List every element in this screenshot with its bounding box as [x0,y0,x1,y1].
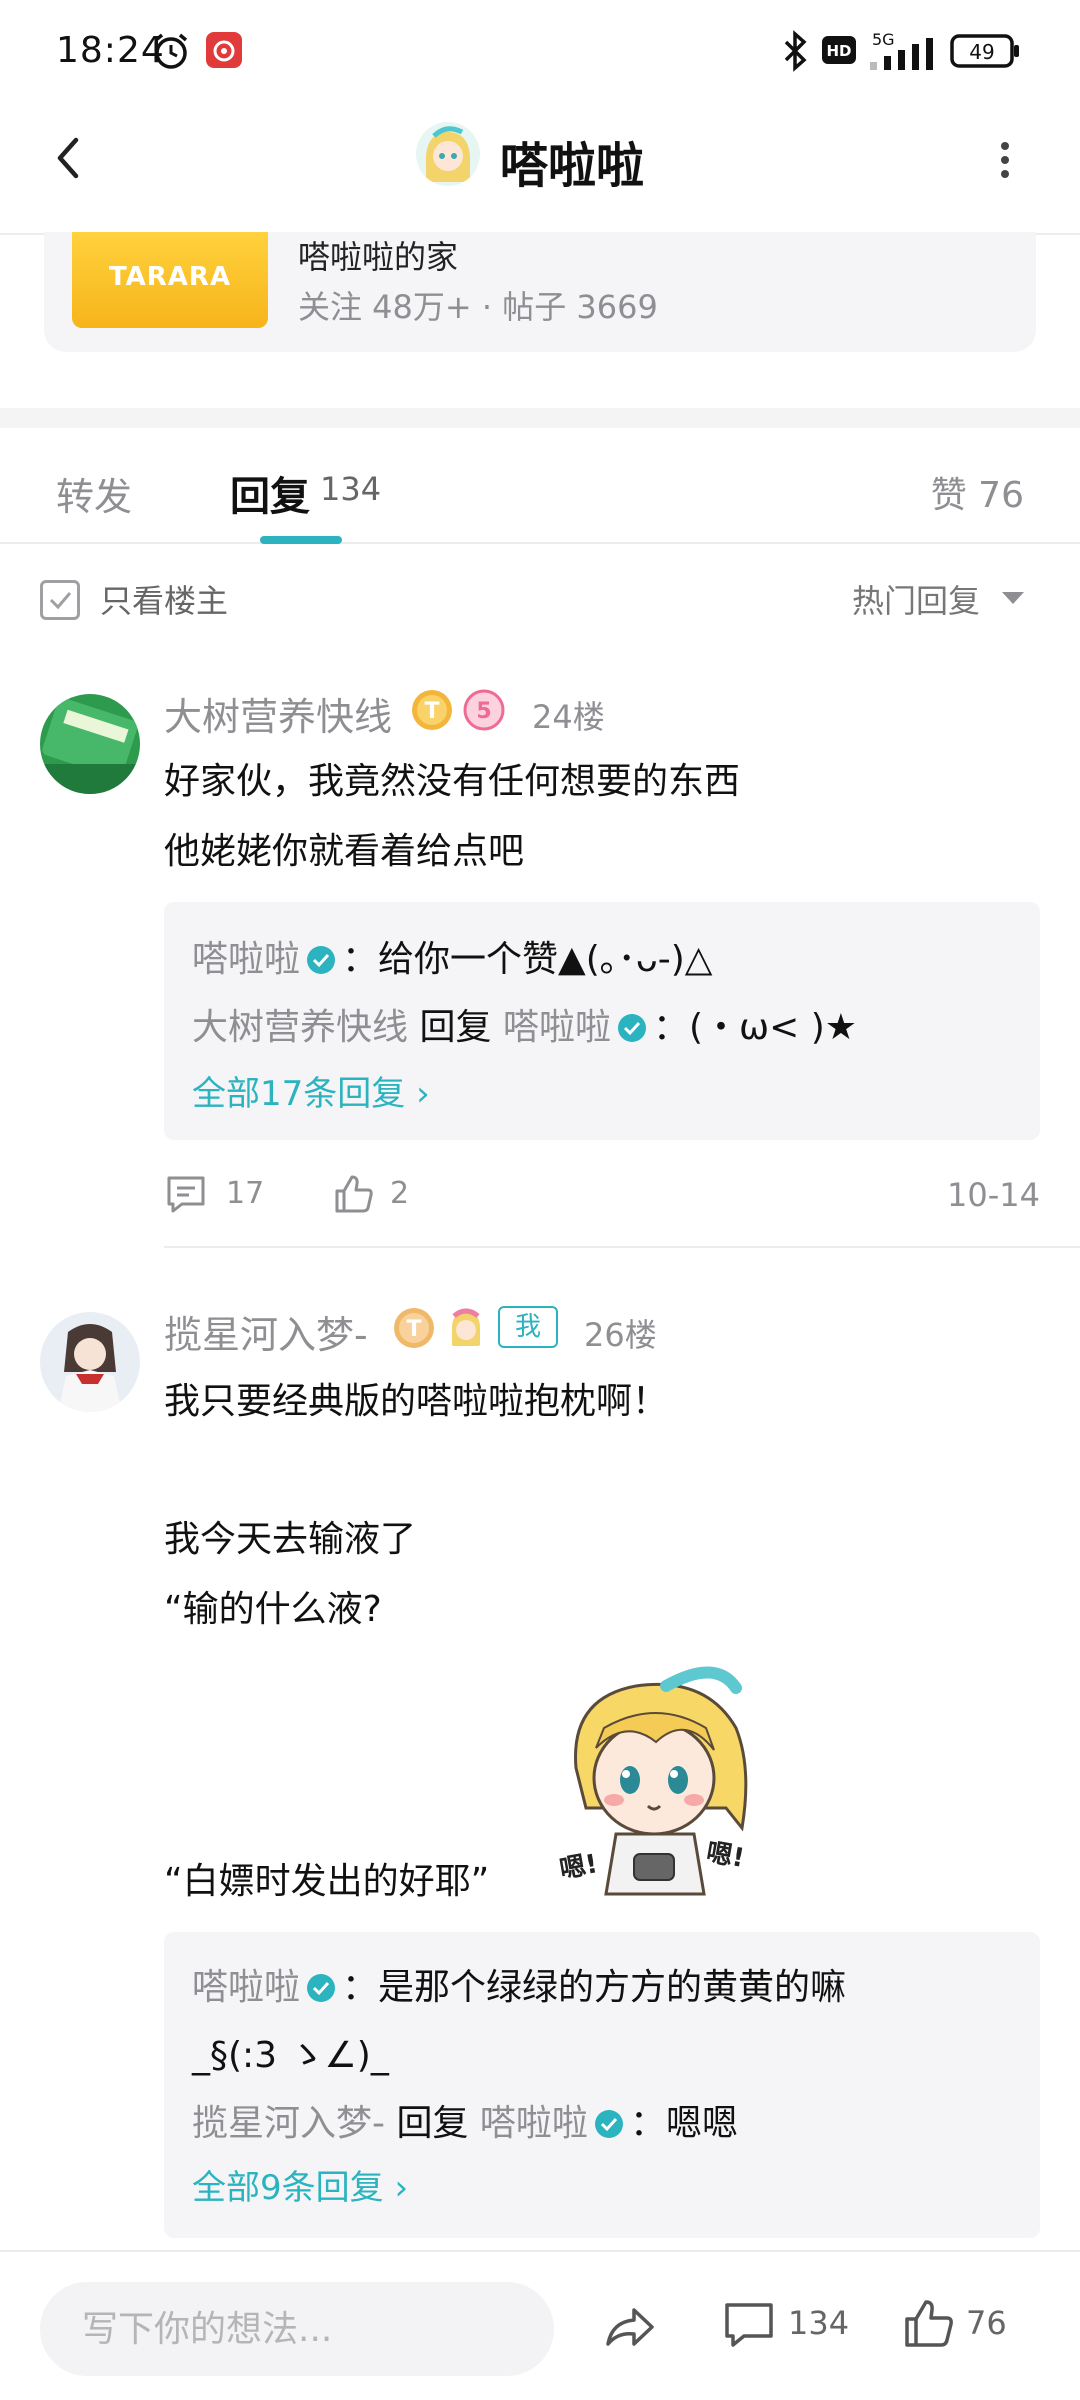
sub-reply-box[interactable]: 嗒啦啦 ：给你一个赞▲(｡･ᴗ-)△ 大树营养快线 回复 嗒啦啦 ：(・ω< )★ … [164,902,1040,1140]
comment-count: 17 [226,1176,265,1211]
post-floor: 24楼 [532,698,605,736]
comment-icon[interactable] [164,1172,208,1216]
tab-reply[interactable]: 回复 [230,464,310,522]
reply-word: 回复 [396,2103,469,2144]
post-text: 他姥姥你就看着给点吧 [164,831,525,872]
svg-text:49: 49 [969,40,994,64]
status-time: 18:24 [56,30,165,71]
sub-reply-text: ：嗯嗯 [629,2103,738,2144]
forum-stats: 关注 48万+ · 帖子 3669 [298,288,658,326]
sub-reply-target[interactable]: 嗒啦啦 [503,1007,611,1048]
caret-down-icon[interactable] [1002,592,1024,604]
bottom-bar: 134 76 [0,2250,1080,2400]
tab-active-indicator [260,536,342,544]
character-badge-icon [452,1308,480,1346]
forum-avatar[interactable] [416,122,480,186]
svg-text:T: T [424,699,439,724]
level-badge-icon: T [394,1308,434,1348]
sub-reply-user[interactable]: 大树营养快线 [192,1007,408,1048]
tab-repost[interactable]: 转发 [56,466,132,521]
signal-icon [870,38,933,70]
sub-reply-target[interactable]: 嗒啦啦 [480,2103,588,2144]
verified-icon [307,946,336,974]
user-avatar[interactable] [40,1312,140,1412]
battery-icon: 49 [950,34,1019,68]
like-count: 2 [390,1176,410,1211]
reply-word: 回复 [419,1007,492,1048]
tab-reply-count: 134 [320,470,382,508]
only-author-label[interactable]: 只看楼主 [100,576,228,622]
sort-dropdown[interactable]: 热门回复 [852,576,980,622]
sub-reply-user[interactable]: 嗒啦啦 [192,939,300,980]
sub-reply-text: ：(・ω< )★ [652,1007,858,1048]
svg-text:HD: HD [826,42,851,60]
sticker-text-left: 嗯! [557,1849,599,1885]
sub-reply[interactable]: 大树营养快线 回复 嗒啦啦 ：(・ω< )★ [192,998,857,1050]
nav-bar: 嗒啦啦 [0,100,1080,235]
post-username[interactable]: 揽星河入梦- [164,1304,368,1359]
netease-music-icon [206,32,242,68]
post-text: 我只要经典版的嗒啦啦抱枕啊！ [164,1381,669,1422]
svg-text:5: 5 [476,699,491,724]
view-all-replies-link[interactable]: 全部17条回复 › [192,1066,430,1115]
tab-like[interactable]: 赞 76 [931,466,1024,518]
thumbs-up-icon[interactable] [332,1172,376,1216]
level-badge-icon: T [412,690,452,730]
sub-reply-text: ：是那个绿绿的方方的黄黄的嘛 [342,1967,847,2008]
rank-badge-icon: 5 [463,689,505,731]
forum-logo-text: TARARA [108,262,232,292]
me-badge: 我 [498,1306,558,1348]
more-icon[interactable] [990,130,1020,190]
only-author-checkbox[interactable] [40,580,80,620]
thumbs-up-icon[interactable] [902,2296,956,2350]
sub-reply-box[interactable]: 嗒啦啦 ：是那个绿绿的方方的黄黄的嘛 _§(:3 ゝ∠)_ 揽星河入梦- 回复 嗒… [164,1932,1040,2238]
back-icon[interactable] [40,128,100,188]
post-text: 我今天去输液了 [164,1519,417,1560]
sub-reply-user[interactable]: 嗒啦啦 [192,1967,300,2008]
sub-reply-user[interactable]: 揽星河入梦- [192,2103,385,2144]
post-text: “白嫖时发出的好耶” [164,1861,490,1902]
check-icon [49,592,72,610]
alarm-icon [154,33,188,69]
verified-icon [617,1014,646,1042]
sticker-text-right: 嗯! [704,1838,746,1874]
sub-reply[interactable]: 嗒啦啦 ：是那个绿绿的方方的黄黄的嘛 [192,1958,846,2010]
post-date: 10-14 [947,1176,1040,1214]
post-username[interactable]: 大树营养快线 [164,686,392,741]
post-actions: 17 2 10-14 [164,1166,1040,1226]
sub-reply-text-continued: _§(:3 ゝ∠)_ [192,2035,389,2076]
forum-name[interactable]: 嗒啦啦的家 [298,232,458,278]
post-divider [164,1246,1080,1248]
bottom-comment-count: 134 [788,2304,850,2342]
bluetooth-icon [784,30,807,72]
post-text: 好家伙，我竟然没有任何想要的东西 [164,761,741,802]
sub-reply[interactable]: 嗒啦啦 ：给你一个赞▲(｡･ᴗ-)△ [192,930,713,982]
sub-reply-text: ：给你一个赞▲(｡･ᴗ-)△ [342,939,713,980]
forum-logo[interactable]: TARARA [72,232,268,328]
share-icon[interactable] [602,2300,656,2354]
sticker-image: 嗯! 嗯! [557,1666,748,1896]
status-bar: 18:24 HD 5G 49 [0,0,1080,100]
comment-input[interactable] [40,2282,554,2376]
verified-icon [307,1974,336,2002]
section-gap [0,408,1080,428]
comment-icon[interactable] [722,2298,776,2352]
hd-icon: HD [822,36,856,64]
bottom-like-count: 76 [966,2304,1007,2342]
view-all-replies-link[interactable]: 全部9条回复 › [192,2160,408,2209]
filter-row: 只看楼主 热门回复 [0,544,1080,654]
verified-icon [594,2110,623,2138]
post-floor: 26楼 [584,1316,657,1354]
svg-text:T: T [406,1317,421,1342]
page-title: 嗒啦啦 [500,138,645,194]
reply-tabs: 转发 回复 134 赞 76 [0,428,1080,544]
sub-reply[interactable]: 揽星河入梦- 回复 嗒啦啦 ：嗯嗯 [192,2094,738,2146]
post-text: “输的什么液? [164,1589,382,1630]
user-avatar[interactable] [40,694,140,794]
